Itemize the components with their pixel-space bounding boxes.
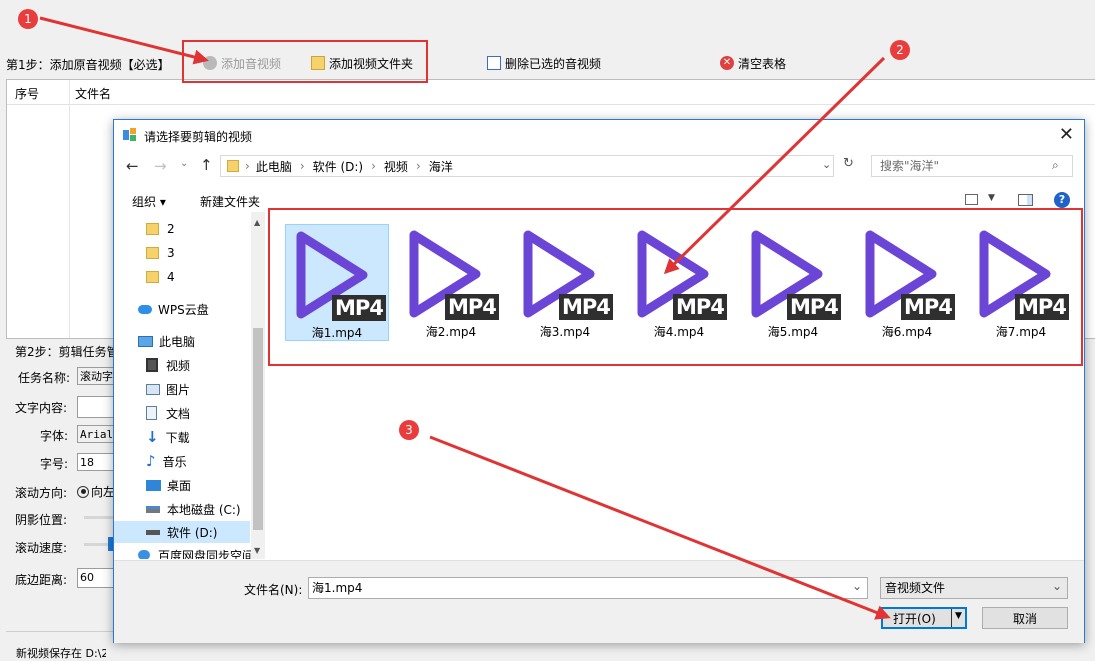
arrow-2 bbox=[663, 56, 886, 275]
arrow-1 bbox=[39, 16, 209, 65]
annotation-arrows bbox=[39, 16, 891, 620]
arrow-3 bbox=[429, 435, 891, 620]
annotation-badge-3: 3 bbox=[399, 420, 419, 440]
annotation-badge-1: 1 bbox=[18, 9, 38, 29]
annotation-badge-2: 2 bbox=[890, 40, 910, 60]
